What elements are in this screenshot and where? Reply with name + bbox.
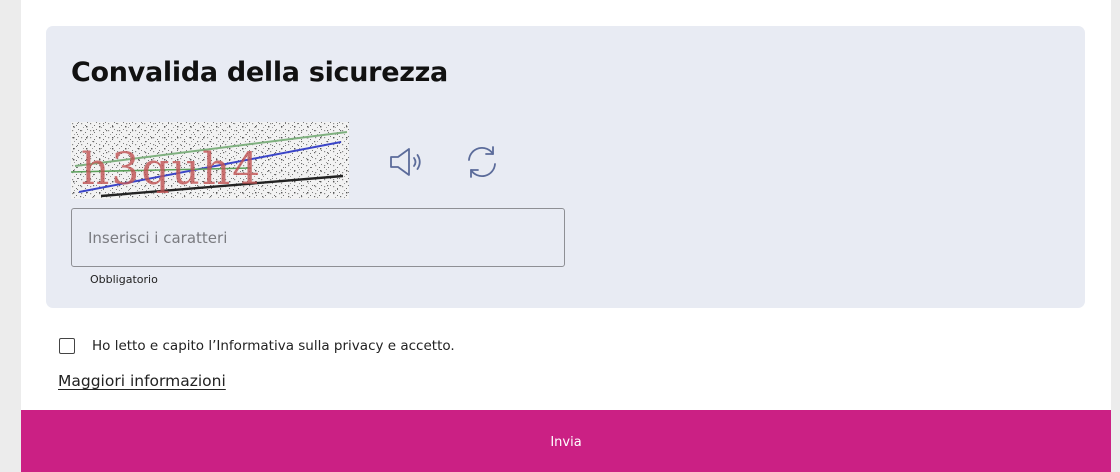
page: Convalida della sicurezza h3quh4 Inseris… — [21, 0, 1111, 472]
privacy-consent-label: Ho letto e capito l’Informativa sulla pr… — [92, 338, 455, 354]
panel-title: Convalida della sicurezza — [71, 57, 448, 88]
refresh-icon — [468, 146, 496, 178]
security-validation-panel: Convalida della sicurezza h3quh4 Inseris… — [46, 26, 1085, 308]
required-label: Obbligatorio — [90, 273, 158, 286]
captcha-refresh-button[interactable] — [458, 138, 506, 186]
captcha-image: h3quh4 — [71, 122, 349, 199]
more-info-link[interactable]: Maggiori informazioni — [58, 372, 226, 390]
privacy-consent-checkbox[interactable] — [59, 338, 75, 354]
captcha-audio-button[interactable] — [381, 138, 429, 186]
speaker-icon — [390, 148, 421, 176]
captcha-noise-graphic: h3quh4 — [71, 122, 349, 199]
privacy-consent-row: Ho letto e capito l’Informativa sulla pr… — [59, 338, 455, 354]
captcha-input[interactable] — [71, 208, 565, 267]
submit-button[interactable]: Invia — [21, 410, 1111, 472]
captcha-characters: h3quh4 — [81, 144, 262, 195]
